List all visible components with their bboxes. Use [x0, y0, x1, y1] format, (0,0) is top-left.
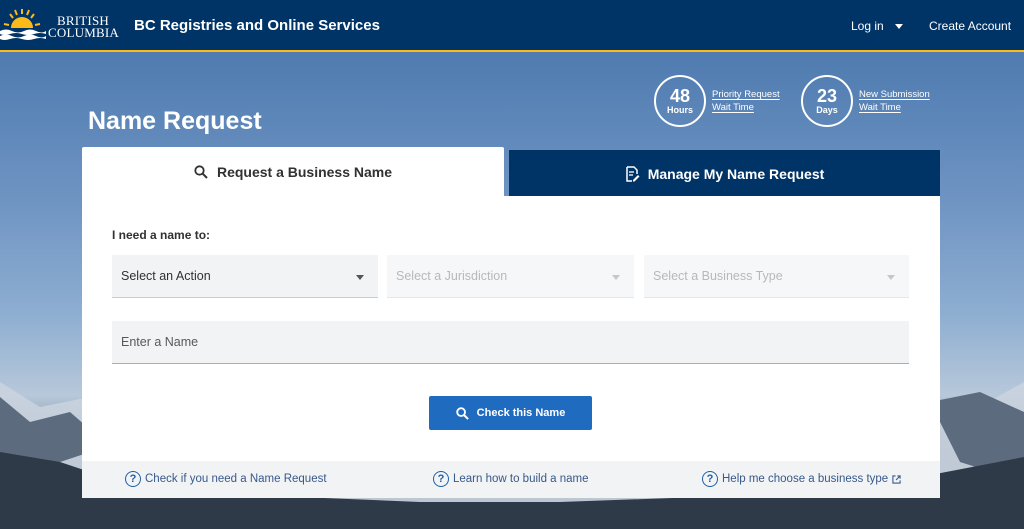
chevron-down-icon [895, 24, 904, 30]
help-link-label: Check if you need a Name Request [145, 473, 327, 485]
help-link-business-type[interactable]: ? Help me choose a business type [702, 471, 901, 487]
question-circle-icon: ? [433, 471, 449, 487]
logo-text: BRITISH COLUMBIA [48, 14, 119, 40]
tab-request-business-name[interactable]: Request a Business Name [82, 147, 504, 197]
name-input[interactable] [112, 321, 909, 364]
wait-label-line1: New Submission [859, 89, 930, 100]
check-name-button-label: Check this Name [476, 407, 566, 419]
tab-label: Request a Business Name [216, 164, 393, 180]
login-menu-button[interactable]: Log in [851, 19, 904, 33]
check-name-button[interactable]: Check this Name [429, 396, 592, 430]
help-link-label: Learn how to build a name [453, 473, 589, 485]
external-link-icon [892, 474, 901, 484]
page-title: Name Request [88, 107, 262, 135]
new-submission-wait-time: 23 Days New Submission Wait Time [801, 75, 930, 127]
wait-label-line2: Wait Time [712, 102, 754, 113]
wait-label-line1: Priority Request [712, 89, 780, 100]
help-links-bar: ? Check if you need a Name Request ? Lea… [82, 461, 940, 498]
wait-time-unit: Hours [666, 104, 693, 115]
wait-label-line2: Wait Time [859, 102, 901, 113]
wait-time-label[interactable]: Priority Request Wait Time [712, 88, 780, 114]
help-link-build-name[interactable]: ? Learn how to build a name [433, 471, 589, 487]
help-link-need-name-request[interactable]: ? Check if you need a Name Request [125, 471, 327, 487]
edit-document-icon [625, 165, 640, 182]
create-account-link[interactable]: Create Account [929, 19, 1011, 33]
business-type-select[interactable]: Select a Business Type [644, 255, 909, 298]
dropdown-arrow-icon [356, 275, 364, 280]
wait-time-value: 48 [669, 85, 691, 106]
need-name-label: I need a name to: [112, 228, 211, 242]
logo-line-2: COLUMBIA [48, 25, 119, 40]
name-request-form-card: I need a name to: Select an Action Selec… [82, 196, 940, 498]
wait-time-unit: Days [816, 104, 838, 115]
question-circle-icon: ? [125, 471, 141, 487]
jurisdiction-select[interactable]: Select a Jurisdiction [387, 255, 634, 298]
search-icon [455, 406, 469, 420]
wait-time-value: 23 [816, 85, 838, 106]
wait-time-label[interactable]: New Submission Wait Time [859, 88, 930, 114]
wait-time-circle: 23 Days [801, 75, 853, 127]
app-title: BC Registries and Online Services [134, 17, 380, 34]
sun-logo-icon [0, 9, 46, 44]
tab-label: Manage My Name Request [647, 165, 825, 182]
help-link-label: Help me choose a business type [722, 473, 889, 485]
question-circle-icon: ? [702, 471, 718, 487]
jurisdiction-select-placeholder: Select a Jurisdiction [396, 269, 508, 283]
wait-time-circle: 48 Hours [654, 75, 706, 127]
action-select[interactable]: Select an Action [112, 255, 378, 298]
business-type-select-placeholder: Select a Business Type [653, 269, 783, 283]
dropdown-arrow-icon [612, 275, 620, 280]
dropdown-arrow-icon [887, 275, 895, 280]
login-label: Log in [851, 19, 884, 33]
tab-manage-name-request[interactable]: Manage My Name Request [509, 150, 940, 197]
bc-gov-logo[interactable]: BRITISH COLUMBIA [0, 4, 122, 44]
action-select-placeholder: Select an Action [121, 269, 211, 283]
priority-wait-time: 48 Hours Priority Request Wait Time [654, 75, 780, 127]
top-header: BRITISH COLUMBIA BC Registries and Onlin… [0, 0, 1024, 52]
search-icon [194, 165, 208, 179]
